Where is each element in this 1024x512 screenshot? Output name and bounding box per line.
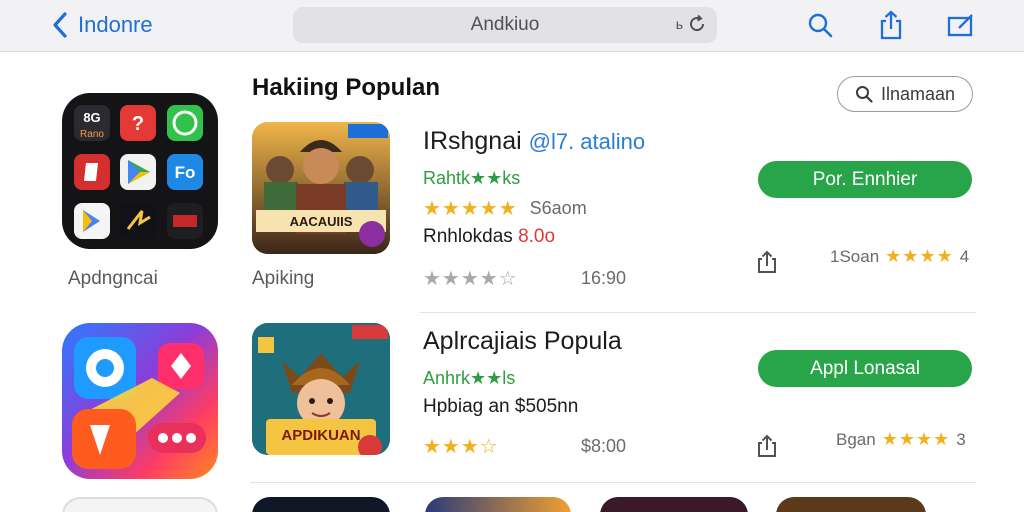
- next-tile-thumb[interactable]: [62, 497, 218, 512]
- grid-text-3: Fo: [175, 163, 196, 182]
- app-icon-1[interactable]: AACAUIIS: [252, 122, 390, 254]
- app-folder-label: Apdngncai: [68, 268, 158, 289]
- row-divider: [420, 312, 976, 313]
- app-1-meta-stars: ★★★★☆: [423, 268, 518, 290]
- app-1-meta-text: 16:90: [581, 268, 627, 288]
- app-1-price-prefix: Rnhlokdas: [423, 226, 513, 247]
- app-grid-graphic: 8G Rano ? Fo: [74, 105, 203, 239]
- compose-icon[interactable]: [946, 10, 976, 40]
- grid-text-2: Rano: [80, 129, 104, 140]
- back-label: Indonre: [78, 12, 153, 37]
- game-art-1: [252, 122, 390, 254]
- app-1-right-stars: ★★★★: [885, 246, 954, 266]
- next-app-thumb-4[interactable]: [776, 497, 926, 512]
- app-1-right-text: 1Soan: [830, 246, 880, 266]
- row-divider: [250, 482, 976, 483]
- section-search-label: Ilnamaan: [880, 83, 956, 104]
- app-1-title-accent: @l7. atalino: [528, 129, 646, 154]
- app-1-right-meta: 1Soan ★★★★ 4: [830, 246, 969, 267]
- app-2-right-text: Bgan: [836, 429, 876, 449]
- app-2-share-icon[interactable]: [756, 434, 778, 458]
- app-2-meta-stars: ★★★☆: [423, 436, 499, 458]
- app-2-price-prefix: Hpbiag an $505nn: [423, 396, 579, 417]
- app-icon-2-banner: APDIKUAN: [281, 427, 361, 444]
- app-2-subtitle: Anhrk★★ls: [423, 368, 516, 388]
- svg-text:?: ?: [132, 113, 144, 135]
- reload-icon: [690, 14, 705, 32]
- app-2-meta-text: $8:00: [581, 436, 627, 456]
- app-1-title-text: IRshgnai: [423, 127, 522, 155]
- url-text: Andkiuo: [470, 14, 540, 35]
- app-2-meta-row: ★★★☆ $8:00: [423, 434, 626, 459]
- section-search-button[interactable]: Ilnamaan: [837, 76, 973, 112]
- app-2-price: Hpbiag an $505nn: [423, 396, 578, 418]
- search-icon[interactable]: [805, 10, 835, 40]
- app-icon-1-label: Apiking: [252, 268, 315, 289]
- reload-glyph: ь: [675, 16, 683, 32]
- app-1-rating-text: S6aom: [529, 198, 587, 218]
- app-1-share-icon[interactable]: [756, 250, 778, 274]
- app-1-price: Rnhlokdas 8.0o: [423, 226, 555, 248]
- app-1-price-value: 8.0o: [518, 226, 556, 247]
- app-1-rating-stars: ★★★★★: [423, 198, 518, 220]
- reload-button[interactable]: ь: [676, 14, 707, 34]
- app-2-title: Aplrcajiais Popula: [423, 327, 622, 356]
- app-2-right-value: 3: [956, 429, 966, 449]
- back-button[interactable]: Indonre: [52, 8, 153, 42]
- app-icon-2[interactable]: APDIKUAN: [252, 323, 390, 455]
- top-toolbar: Indonre Andkiuo ь: [0, 0, 1024, 52]
- app-2-right-stars: ★★★★: [881, 429, 951, 449]
- app-2-get-button[interactable]: Appl Lonasal: [758, 350, 972, 387]
- search-icon: [855, 86, 873, 103]
- app-1-rating-row: ★★★★★ S6aom: [423, 196, 587, 221]
- app-2-title-text: Aplrcajiais Popula: [423, 327, 622, 355]
- chevron-left-icon: [53, 12, 67, 38]
- next-app-thumb-1[interactable]: [252, 497, 390, 512]
- app-folder-tile[interactable]: 8G Rano ? Fo: [62, 93, 218, 249]
- next-app-thumb-3[interactable]: [600, 497, 748, 512]
- creative-app-graphic: [72, 337, 206, 469]
- app-1-subtitle: Rahtk★★ks: [423, 168, 521, 188]
- share-icon[interactable]: [876, 10, 906, 40]
- app-2-right-meta: Bgan ★★★★ 3: [836, 429, 966, 450]
- app-icon-1-banner: AACAUIIS: [289, 214, 353, 229]
- address-bar[interactable]: Andkiuo ь: [293, 7, 717, 43]
- creative-app-tile[interactable]: [62, 323, 218, 479]
- grid-text-1: 8G: [83, 110, 100, 125]
- app-1-right-value: 4: [959, 246, 970, 266]
- app-1-title: IRshgnai @l7. atalino: [423, 127, 645, 156]
- app-1-meta-row: ★★★★☆ 16:90: [423, 266, 626, 291]
- app-1-get-button[interactable]: Por. Ennhier: [758, 161, 972, 198]
- section-title: Hakiing Populan: [252, 74, 441, 101]
- next-app-thumb-2[interactable]: [425, 497, 571, 512]
